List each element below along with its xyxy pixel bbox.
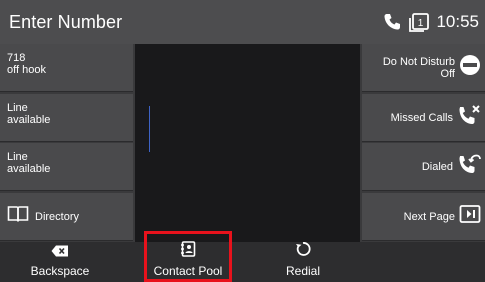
dialed-call-icon: [457, 153, 481, 180]
line-badge: 1: [418, 18, 424, 29]
do-not-disturb-icon: [459, 54, 481, 81]
backspace-button[interactable]: Backspace: [22, 242, 98, 282]
left-line-keys: 718 off hook Line available Line availab…: [0, 44, 135, 242]
line-key-status: off hook: [7, 64, 46, 76]
next-page-key[interactable]: Next Page: [362, 193, 485, 241]
line-key-label: 718: [7, 52, 26, 64]
line-key-2[interactable]: Line available: [0, 94, 133, 142]
page-title: Enter Number: [9, 11, 123, 32]
line-key-718[interactable]: 718 off hook: [0, 44, 133, 92]
next-page-icon: [459, 204, 481, 229]
text-cursor: [149, 106, 150, 152]
redial-icon: [295, 241, 311, 262]
contact-card-icon: [180, 241, 196, 262]
line-key-label: Line: [7, 102, 28, 114]
directory-key[interactable]: Directory: [0, 193, 133, 241]
phone-screen: Enter Number 1 10:55 718 off hook Line a…: [0, 0, 485, 282]
right-feature-keys: Do Not Disturb Off Missed Calls Dialed N…: [360, 44, 485, 242]
backspace-label: Backspace: [30, 264, 90, 278]
do-not-disturb-key[interactable]: Do Not Disturb Off: [362, 44, 485, 92]
softkey-bar: Backspace Contact Pool Redial: [0, 241, 485, 282]
dialed-label: Dialed: [421, 160, 453, 173]
dnd-label: Do Not Disturb: [382, 55, 455, 68]
missed-calls-key[interactable]: Missed Calls: [362, 94, 485, 142]
title-bar: Enter Number 1 10:55: [0, 0, 485, 44]
clock-time: 10:55: [436, 12, 479, 31]
dialed-key[interactable]: Dialed: [362, 143, 485, 191]
redial-button[interactable]: Redial: [265, 242, 341, 282]
missed-call-icon: [457, 104, 481, 131]
backspace-icon: [51, 244, 69, 262]
missed-calls-label: Missed Calls: [390, 111, 453, 124]
book-icon: [7, 205, 29, 228]
contact-pool-button[interactable]: Contact Pool: [147, 241, 229, 282]
next-page-label: Next Page: [403, 210, 455, 223]
line-status-icon: 1: [408, 12, 430, 32]
contact-pool-label: Contact Pool: [153, 264, 223, 278]
number-entry-area[interactable]: [135, 44, 360, 242]
directory-label: Directory: [35, 210, 80, 223]
phone-handset-icon: [382, 12, 402, 32]
line-key-3[interactable]: Line available: [0, 143, 133, 191]
dnd-status: Off: [440, 67, 455, 80]
line-key-label: Line: [7, 151, 28, 163]
status-area: 1 10:55: [382, 0, 479, 44]
line-key-status: available: [7, 114, 51, 126]
redial-label: Redial: [285, 264, 321, 278]
line-key-status: available: [7, 163, 51, 175]
